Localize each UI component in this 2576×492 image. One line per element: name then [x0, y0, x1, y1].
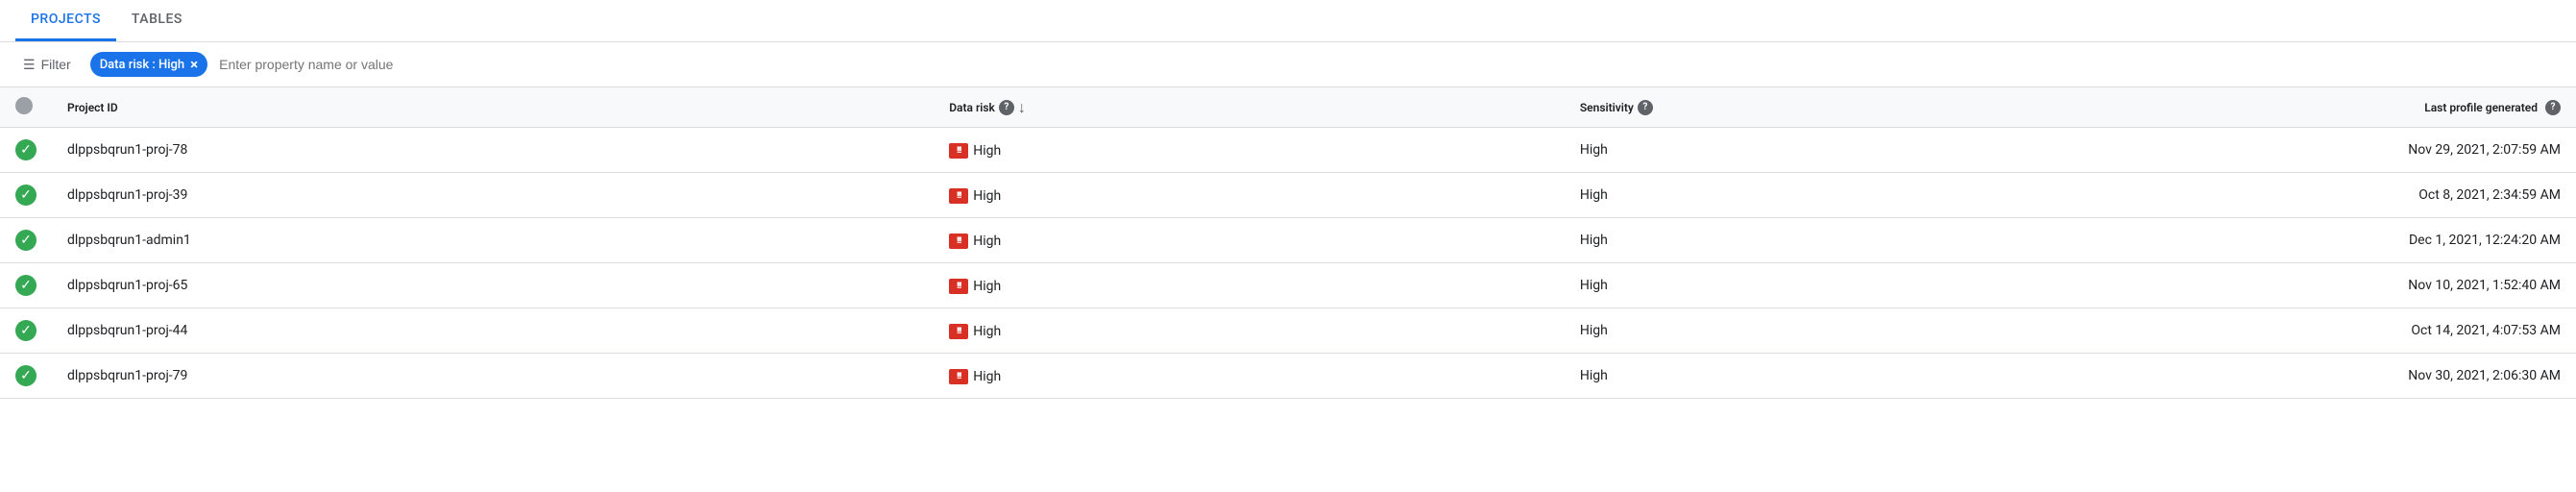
header-checkbox-cell — [0, 87, 52, 128]
risk-high-icon: !!! — [949, 188, 968, 204]
risk-badge: !!! High — [949, 188, 1001, 204]
risk-badge: !!! High — [949, 369, 1001, 384]
table-row: ✓ dlppsbqrun1-proj-79 !!! High High Nov … — [0, 354, 2576, 399]
chip-close-icon[interactable]: × — [190, 56, 198, 73]
last-profile-label: Last profile generated — [2424, 101, 2538, 114]
risk-high-icon: !!! — [949, 143, 968, 159]
row-project-id: dlppsbqrun1-admin1 — [52, 218, 934, 263]
row-sensitivity: High — [1565, 128, 2070, 173]
row-sensitivity: High — [1565, 218, 2070, 263]
row-status-cell: ✓ — [0, 263, 52, 308]
row-last-profile: Oct 8, 2021, 2:34:59 AM — [2070, 173, 2576, 218]
table-row: ✓ dlppsbqrun1-proj-44 !!! High High Oct … — [0, 308, 2576, 354]
risk-value: High — [973, 324, 1001, 339]
risk-value: High — [973, 188, 1001, 204]
risk-value: High — [973, 279, 1001, 294]
last-profile-help-icon[interactable]: ? — [2545, 100, 2561, 115]
status-check-icon: ✓ — [15, 320, 36, 341]
sensitivity-help-icon[interactable]: ? — [1638, 100, 1653, 115]
search-input[interactable] — [219, 57, 2561, 72]
row-last-profile: Nov 10, 2021, 1:52:40 AM — [2070, 263, 2576, 308]
row-data-risk: !!! High — [934, 128, 1565, 173]
table-row: ✓ dlppsbqrun1-proj-78 !!! High High Nov … — [0, 128, 2576, 173]
header-data-risk: Data risk ? ↓ — [934, 87, 1565, 128]
table-row: ✓ dlppsbqrun1-proj-65 !!! High High Nov … — [0, 263, 2576, 308]
header-project-id: Project ID — [52, 87, 934, 128]
table-header-row: Project ID Data risk ? ↓ Sensitivity ? L… — [0, 87, 2576, 128]
header-last-profile: Last profile generated ? — [2070, 87, 2576, 128]
risk-badge: !!! High — [949, 234, 1001, 249]
projects-table: Project ID Data risk ? ↓ Sensitivity ? L… — [0, 87, 2576, 399]
sensitivity-label: Sensitivity — [1580, 101, 1634, 114]
status-check-icon: ✓ — [15, 365, 36, 386]
row-sensitivity: High — [1565, 263, 2070, 308]
row-project-id: dlppsbqrun1-proj-44 — [52, 308, 934, 354]
risk-badge: !!! High — [949, 279, 1001, 294]
data-risk-help-icon[interactable]: ? — [999, 100, 1014, 115]
row-project-id: dlppsbqrun1-proj-65 — [52, 263, 934, 308]
filter-icon: ☰ — [23, 57, 36, 73]
risk-high-icon: !!! — [949, 279, 968, 294]
table-row: ✓ dlppsbqrun1-proj-39 !!! High High Oct … — [0, 173, 2576, 218]
risk-value: High — [973, 143, 1001, 159]
status-check-icon: ✓ — [15, 275, 36, 296]
risk-high-icon: !!! — [949, 324, 968, 339]
toolbar: ☰ Filter Data risk : High × — [0, 42, 2576, 87]
filter-button[interactable]: ☰ Filter — [15, 53, 79, 77]
risk-value: High — [973, 234, 1001, 249]
status-check-icon: ✓ — [15, 184, 36, 206]
data-risk-sort-icon[interactable]: ↓ — [1018, 98, 1026, 117]
row-last-profile: Oct 14, 2021, 4:07:53 AM — [2070, 308, 2576, 354]
row-sensitivity: High — [1565, 308, 2070, 354]
chip-label: Data risk : High — [100, 58, 184, 72]
row-project-id: dlppsbqrun1-proj-79 — [52, 354, 934, 399]
header-select-all-icon[interactable] — [15, 97, 33, 114]
row-project-id: dlppsbqrun1-proj-78 — [52, 128, 934, 173]
row-data-risk: !!! High — [934, 173, 1565, 218]
row-last-profile: Dec 1, 2021, 12:24:20 AM — [2070, 218, 2576, 263]
row-last-profile: Nov 29, 2021, 2:07:59 AM — [2070, 128, 2576, 173]
data-risk-chip[interactable]: Data risk : High × — [90, 52, 207, 77]
project-id-label: Project ID — [67, 101, 118, 114]
row-status-cell: ✓ — [0, 308, 52, 354]
row-status-cell: ✓ — [0, 218, 52, 263]
filter-label: Filter — [41, 57, 71, 72]
row-sensitivity: High — [1565, 173, 2070, 218]
tab-projects[interactable]: PROJECTS — [15, 0, 116, 41]
risk-high-icon: !!! — [949, 234, 968, 249]
row-sensitivity: High — [1565, 354, 2070, 399]
risk-value: High — [973, 369, 1001, 384]
row-last-profile: Nov 30, 2021, 2:06:30 AM — [2070, 354, 2576, 399]
tab-bar: PROJECTS TABLES — [0, 0, 2576, 42]
row-data-risk: !!! High — [934, 263, 1565, 308]
tab-tables[interactable]: TABLES — [116, 0, 198, 41]
status-check-icon: ✓ — [15, 139, 36, 160]
data-risk-label: Data risk — [949, 101, 995, 114]
table-row: ✓ dlppsbqrun1-admin1 !!! High High Dec 1… — [0, 218, 2576, 263]
row-status-cell: ✓ — [0, 354, 52, 399]
header-sensitivity: Sensitivity ? — [1565, 87, 2070, 128]
row-project-id: dlppsbqrun1-proj-39 — [52, 173, 934, 218]
risk-high-icon: !!! — [949, 369, 968, 384]
row-data-risk: !!! High — [934, 218, 1565, 263]
risk-badge: !!! High — [949, 324, 1001, 339]
risk-badge: !!! High — [949, 143, 1001, 159]
row-data-risk: !!! High — [934, 308, 1565, 354]
row-status-cell: ✓ — [0, 173, 52, 218]
row-status-cell: ✓ — [0, 128, 52, 173]
status-check-icon: ✓ — [15, 230, 36, 251]
row-data-risk: !!! High — [934, 354, 1565, 399]
